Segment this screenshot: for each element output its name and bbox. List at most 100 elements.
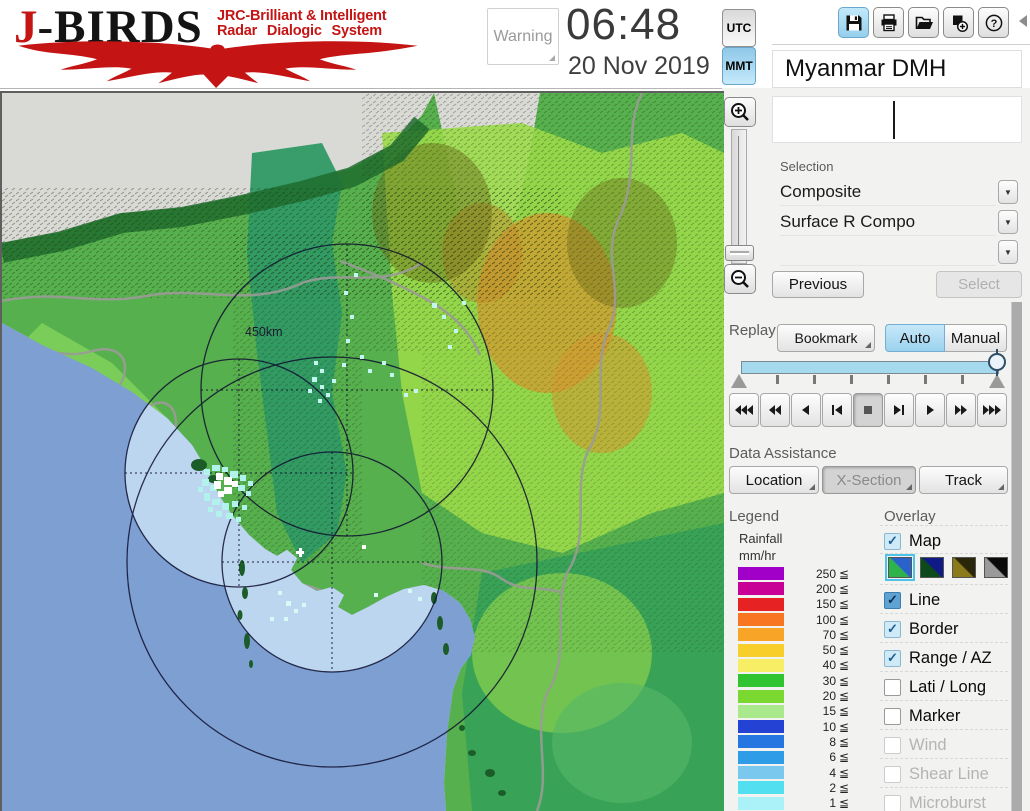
track-button[interactable]: Track [919,466,1008,494]
timezone-mmt-button[interactable]: MMT [722,47,756,85]
slider-end-marker[interactable] [989,374,1005,388]
map-zoom-slider-track[interactable] [731,129,747,264]
slider-tick [776,375,779,384]
station-name-box: Myanmar DMH [772,50,1022,88]
fast-rewind-button[interactable] [760,393,790,427]
question-mark-icon: ? [985,14,1002,31]
jbirds-application: J-BIRDS JRC-Brilliant & Intelligent Rada… [0,0,1030,811]
step-forward-icon [894,405,904,415]
slider-handle[interactable] [988,353,1006,371]
map-zoom-slider-handle[interactable] [725,245,754,261]
legend-color-swatch [738,567,784,581]
timezone-utc-button[interactable]: UTC [722,9,756,47]
help-button[interactable]: ? [978,7,1009,38]
collapse-panel-arrow[interactable] [1019,15,1027,27]
open-folder-icon [915,16,933,29]
open-file-button[interactable] [908,7,939,38]
bookmark-button[interactable]: Bookmark [777,324,875,352]
overlay-row-map: Map [884,529,941,553]
checkbox-marker[interactable] [884,707,901,725]
select-button[interactable]: Select [936,271,1022,298]
add-window-button[interactable] [943,7,974,38]
panel-scrollbar[interactable] [1011,302,1022,811]
overlay-row-border: Border [884,617,959,641]
checkbox-wind [884,736,901,754]
clock-date: 20 Nov 2019 [568,52,710,80]
svg-text:?: ? [990,18,997,30]
legend-row: 4 ≦ [738,765,849,780]
legend-color-swatch [738,613,784,627]
overlay-row-lati-long: Lati / Long [884,675,986,699]
checkbox-line[interactable] [884,591,901,609]
selection-field-3[interactable] [780,239,996,266]
map-style-dark-green-navy[interactable] [920,557,944,578]
slider-start-marker[interactable] [731,374,747,388]
stop-button[interactable] [853,393,883,427]
station-input-field[interactable] [772,96,1022,143]
fast-forward-button[interactable] [946,393,976,427]
legend-row: 250 ≦ [738,566,849,581]
checkbox-map[interactable] [884,532,901,550]
map-style-green-blue[interactable] [885,554,915,581]
playback-controls [729,393,1007,427]
checkbox-border[interactable] [884,620,901,638]
legend-row: 1 ≦ [738,795,849,810]
legend-color-swatch [738,658,784,672]
checkbox-microburst [884,794,901,811]
clock-time: 06:48 [566,0,682,49]
step-forward-button[interactable] [884,393,914,427]
legend-color-swatch [738,689,784,703]
legend-row: 6 ≦ [738,750,849,765]
auto-mode-button[interactable]: Auto [885,324,945,352]
zoom-out-icon [731,270,749,288]
warning-button[interactable]: Warning [487,8,559,65]
overlay-row-microburst: Microburst [884,791,986,811]
legend-row: 70 ≦ [738,627,849,642]
checkbox-shear-line [884,765,901,783]
save-button[interactable] [838,7,869,38]
legend-row: 10 ≦ [738,719,849,734]
rewind-to-start-button[interactable] [729,393,759,427]
legend-color-swatch [738,735,784,749]
data-assistance-label: Data Assistance [729,445,837,462]
play-forward-button[interactable] [915,393,945,427]
dropdown-arrow-1[interactable]: ▼ [998,180,1018,204]
legend-subtitle-unit: mm/hr [739,548,776,563]
legend-row: 15 ≦ [738,704,849,719]
map-zoom-in-button[interactable] [724,97,756,127]
replay-label: Replay [729,322,776,339]
legend-title: Legend [729,508,780,525]
dropdown-arrow-2[interactable]: ▼ [998,210,1018,234]
map-style-olive-dark[interactable] [952,557,976,578]
legend-color-swatch [738,597,784,611]
legend-color-swatch [738,643,784,657]
legend-row: 8 ≦ [738,734,849,749]
selection-field-1[interactable]: Composite [780,179,996,206]
map-zoom-out-button[interactable] [724,264,756,294]
selection-label: Selection [780,159,834,174]
manual-mode-button[interactable]: Manual [945,324,1007,352]
location-button[interactable]: Location [729,466,819,494]
play-backward-button[interactable] [791,393,821,427]
previous-button[interactable]: Previous [772,271,864,298]
dropdown-arrow-3[interactable]: ▼ [998,240,1018,264]
map-style-gray-black[interactable] [984,557,1008,578]
overlay-row-wind: Wind [884,733,947,757]
legend-row: 2 ≦ [738,780,849,795]
replay-time-slider[interactable] [741,361,999,374]
step-backward-button[interactable] [822,393,852,427]
forward-to-end-button[interactable] [977,393,1007,427]
range-ring-label: 450km [245,325,283,339]
print-button[interactable] [873,7,904,38]
selection-field-2[interactable]: Surface R Compo [780,209,996,236]
legend-color-swatch [738,674,784,688]
forward-to-end-icon [983,405,1001,415]
legend-color-swatch [738,796,784,810]
legend-scale: 250 ≦ 200 ≦ 150 ≦ 100 ≦ 70 ≦ 50 ≦ 40 ≦ 30 ≦ 20 ≦ … [738,566,849,811]
checkbox-lati-long[interactable] [884,678,901,696]
x-section-button[interactable]: X-Section [822,466,916,494]
checkbox-range-az[interactable] [884,649,901,667]
add-document-icon [952,15,968,32]
radar-map[interactable]: 450km [0,91,724,811]
slider-tick [813,375,816,384]
